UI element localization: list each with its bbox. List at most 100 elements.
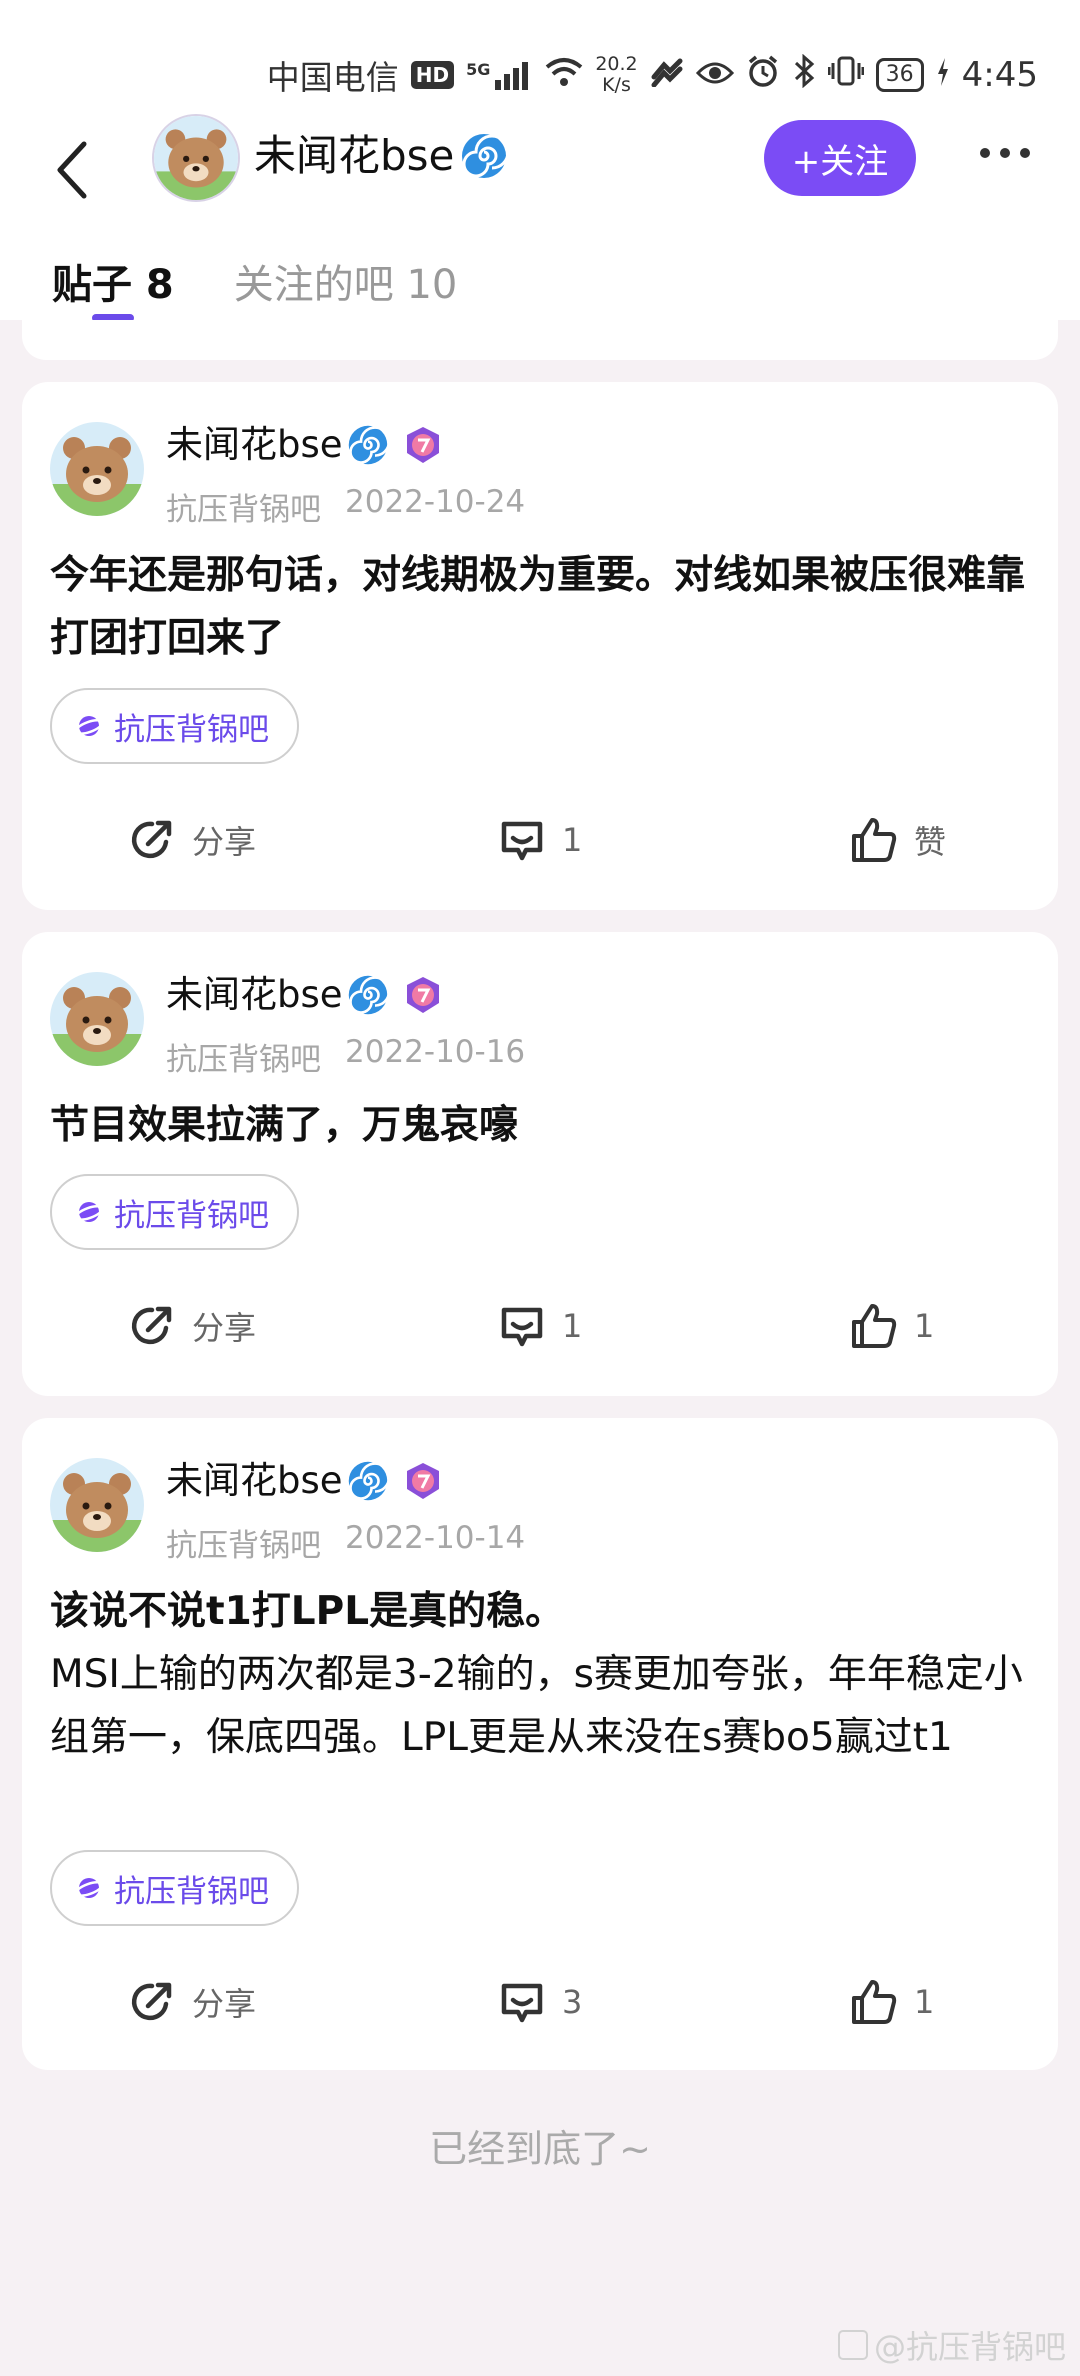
share-icon [131, 1982, 172, 2021]
tab-posts-label: 贴子 8 [52, 262, 174, 308]
like-button[interactable]: 赞 [848, 800, 946, 880]
like-button[interactable]: 1 [848, 1962, 934, 2042]
profile-name: 未闻花bse [254, 128, 509, 184]
comment-button[interactable]: 3 [496, 1962, 582, 2042]
post-forum: 抗压背锅吧 [166, 1042, 321, 1078]
watermark-logo-icon [837, 2330, 868, 2360]
tag-label: 抗压背锅吧 [114, 1197, 269, 1234]
post-card[interactable]: 未闻花bse 抗压背锅吧 2022-10-24 今年还是那句话，对线期极为重要。… [22, 382, 1058, 910]
tag-label: 抗压背锅吧 [114, 1873, 269, 1910]
bear-avatar-icon [50, 422, 144, 516]
comment-count: 1 [562, 1307, 583, 1345]
more-menu-button[interactable] [980, 148, 1030, 158]
bear-avatar-icon [154, 116, 238, 200]
comment-icon [501, 821, 543, 861]
comment-icon [501, 1307, 543, 1347]
clock: 4:45 [961, 55, 1038, 95]
thumbs-up-icon [852, 1980, 897, 2024]
author-avatar[interactable] [50, 972, 144, 1066]
tab-posts[interactable]: 贴子 8 [52, 252, 174, 322]
tab-followed-forums-label: 关注的吧 10 [233, 262, 458, 308]
battery-icon: 36 [875, 58, 924, 92]
follow-button[interactable]: +关注 [764, 120, 916, 196]
back-button[interactable] [52, 130, 112, 210]
like-button[interactable]: 1 [848, 1286, 934, 1366]
more-dot-icon [1000, 148, 1010, 158]
share-button[interactable]: 分享 [126, 800, 256, 880]
post-actions: 分享 3 1 [22, 1962, 1058, 2042]
planet-icon [74, 716, 104, 736]
post-author[interactable]: 未闻花bse [166, 970, 443, 1020]
post-title: 节目效果拉满了，万鬼哀嚎 [50, 1103, 519, 1148]
comment-button[interactable]: 1 [496, 1286, 582, 1366]
post-actions: 分享 1 赞 [22, 800, 1058, 880]
post-date: 2022-10-14 [345, 1520, 526, 1556]
post-body[interactable]: 该说不说t1打LPL是真的稳。 MSI上输的两次都是3-2输的，s赛更加夸张，年… [50, 1580, 1040, 1769]
nfc-icon [650, 56, 684, 95]
watermark: @抗压背锅吧 [837, 2322, 1066, 2368]
swirl-emoji-icon [348, 425, 389, 465]
level-badge-icon [406, 427, 439, 463]
like-label: 赞 [914, 823, 947, 861]
eye-icon [695, 56, 734, 95]
thumbs-up-icon [852, 818, 897, 862]
tag-label: 抗压背锅吧 [114, 711, 269, 748]
signal-icon: 5G [466, 60, 533, 90]
comment-icon [501, 1983, 543, 2023]
level-badge-icon [406, 1463, 439, 1499]
network-type: 5G [466, 60, 491, 79]
hd-badge: HD [410, 61, 455, 89]
post-title: 今年还是那句话，对线期极为重要。对线如果被压很难靠打团打回来了 [50, 553, 1026, 661]
speed-unit: K/s [602, 74, 631, 96]
author-avatar[interactable] [50, 1458, 144, 1552]
post-body[interactable]: 今年还是那句话，对线期极为重要。对线如果被压很难靠打团打回来了 [50, 544, 1040, 670]
share-button[interactable]: 分享 [126, 1962, 256, 2042]
alarm-icon [746, 54, 780, 96]
post-meta: 抗压背锅吧 2022-10-24 [166, 484, 525, 529]
bear-avatar-icon [50, 972, 144, 1066]
bluetooth-icon [792, 53, 816, 96]
post-author[interactable]: 未闻花bse [166, 1456, 443, 1506]
swirl-emoji-icon [348, 975, 389, 1015]
vibrate-icon [827, 55, 865, 95]
previous-card-edge [22, 320, 1058, 360]
post-forum: 抗压背锅吧 [166, 1528, 321, 1564]
planet-icon [74, 1878, 104, 1898]
carrier-label: 中国电信 [266, 58, 399, 97]
avatar[interactable] [152, 114, 240, 202]
swirl-emoji-icon [462, 134, 509, 178]
share-label: 分享 [192, 1309, 257, 1347]
post-date: 2022-10-24 [345, 484, 526, 520]
profile-tabs: 贴子 8 关注的吧 10 [52, 252, 458, 322]
comment-count: 3 [562, 1983, 583, 2021]
planet-icon [74, 1202, 104, 1222]
charging-icon [936, 56, 950, 95]
post-card[interactable]: 未闻花bse 抗压背锅吧 2022-10-16 节目效果拉满了，万鬼哀嚎 抗压背… [22, 932, 1058, 1396]
tab-followed-forums[interactable]: 关注的吧 10 [234, 252, 458, 310]
post-card[interactable]: 未闻花bse 抗压背锅吧 2022-10-14 该说不说t1打LPL是真的稳。 … [22, 1418, 1058, 2070]
forum-tag-chip[interactable]: 抗压背锅吧 [50, 1174, 299, 1250]
watermark-text: @抗压背锅吧 [873, 2328, 1066, 2366]
post-body[interactable]: 节目效果拉满了，万鬼哀嚎 [50, 1094, 1040, 1157]
status-icons: 中国电信 HD 5G 20.2 K/s 36 4:45 [267, 50, 1038, 100]
author-name: 未闻花bse [166, 423, 343, 466]
end-of-list-text: 已经到底了~ [429, 2127, 651, 2171]
speed-value: 20.2 [595, 53, 638, 75]
more-dot-icon [980, 148, 990, 158]
bear-avatar-icon [50, 1458, 144, 1552]
forum-tag-chip[interactable]: 抗压背锅吧 [50, 688, 299, 764]
chevron-left-icon [57, 141, 87, 199]
more-dot-icon [1020, 148, 1030, 158]
thumbs-up-icon [852, 1304, 897, 1348]
post-content: MSI上输的两次都是3-2输的，s赛更加夸张，年年稳定小组第一，保底四强。LPL… [50, 1652, 1023, 1760]
profile-header: 未闻花bse +关注 贴子 8 关注的吧 10 [0, 112, 1080, 322]
username-label: 未闻花bse [254, 131, 455, 180]
post-forum: 抗压背锅吧 [166, 492, 321, 528]
comment-button[interactable]: 1 [496, 800, 582, 880]
share-button[interactable]: 分享 [126, 1286, 256, 1366]
share-label: 分享 [192, 1985, 257, 2023]
author-avatar[interactable] [50, 422, 144, 516]
post-author[interactable]: 未闻花bse [166, 420, 443, 470]
share-label: 分享 [192, 823, 257, 861]
forum-tag-chip[interactable]: 抗压背锅吧 [50, 1850, 299, 1926]
